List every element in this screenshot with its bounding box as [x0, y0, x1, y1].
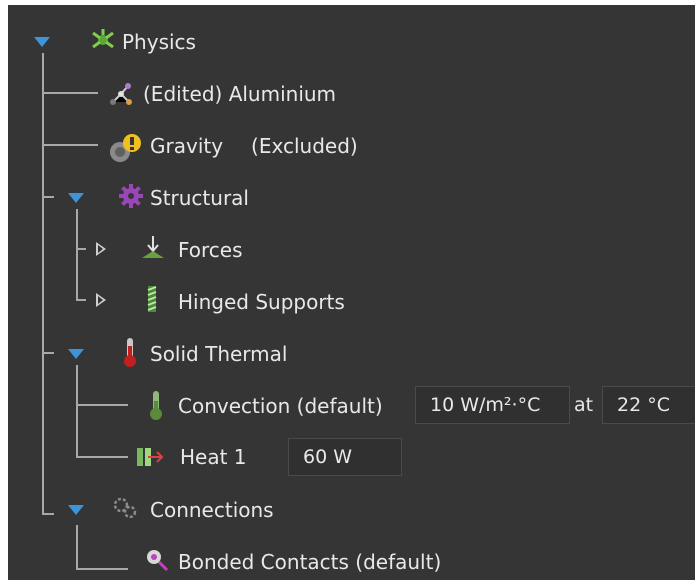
forces-collapsed-toggle[interactable] — [96, 242, 106, 256]
excluded-status-label: (Excluded) — [251, 134, 358, 158]
tree-item-label: Physics — [122, 30, 196, 54]
tree-line — [42, 53, 44, 515]
force-arrow-icon — [140, 234, 166, 264]
tree-item-bonded-contacts[interactable]: Bonded Contacts (default) — [178, 542, 441, 580]
tree-line — [42, 352, 54, 354]
tree-line — [76, 456, 128, 458]
tree-item-label: Heat 1 — [180, 445, 247, 469]
tree-line — [42, 92, 98, 94]
physics-tree-panel: Physics (Edited) Aluminium Gravity (Excl… — [8, 5, 695, 580]
tree-line — [76, 299, 86, 301]
tree-item-convection[interactable]: Convection (default) — [178, 386, 383, 426]
tree-item-label: Connections — [150, 498, 274, 522]
tree-item-gravity[interactable]: Gravity (Excluded) — [150, 126, 358, 166]
tree-line — [42, 513, 54, 515]
tree-line — [42, 144, 98, 146]
physics-expand-toggle[interactable] — [34, 37, 50, 47]
tree-line — [76, 365, 78, 457]
tree-item-label: Solid Thermal — [150, 342, 288, 366]
structural-expand-toggle[interactable] — [68, 193, 84, 203]
gravity-icon — [108, 132, 144, 166]
tree-item-label: Bonded Contacts (default) — [178, 550, 442, 574]
tree-line — [76, 248, 86, 250]
tree-item-hinged-supports[interactable]: Hinged Supports — [178, 282, 345, 322]
tree-item-label: Gravity — [150, 134, 224, 158]
tree-item-connections[interactable]: Connections — [150, 490, 274, 530]
tree-item-label: Structural — [150, 186, 249, 210]
tree-line — [76, 404, 128, 406]
heat-power-input[interactable]: 60 W — [288, 438, 402, 476]
physics-icon — [90, 27, 116, 57]
tree-line — [76, 209, 78, 301]
material-icon — [108, 81, 134, 111]
connections-gears-icon — [112, 495, 138, 525]
tree-item-label: Convection (default) — [178, 394, 383, 418]
tree-item-forces[interactable]: Forces — [178, 230, 243, 270]
tree-line — [76, 525, 78, 570]
hinged-supports-collapsed-toggle[interactable] — [96, 293, 106, 307]
at-label: at — [574, 394, 594, 416]
tree-item-label: (Edited) Aluminium — [143, 82, 337, 106]
tree-item-physics[interactable]: Physics — [122, 22, 196, 62]
tree-item-label: Forces — [178, 238, 243, 262]
tree-item-heat-1[interactable]: Heat 1 — [180, 437, 247, 477]
tree-item-label: Hinged Supports — [178, 290, 345, 314]
tree-line — [76, 568, 128, 570]
tree-item-material[interactable]: (Edited) Aluminium — [143, 74, 336, 114]
tree-line — [42, 196, 54, 198]
thermometer-icon — [122, 336, 138, 372]
heat-source-icon — [134, 445, 164, 473]
tree-item-solid-thermal[interactable]: Solid Thermal — [150, 334, 287, 374]
convection-coefficient-input[interactable]: 10 W/m²·°C — [415, 386, 570, 424]
convection-thermometer-icon — [148, 389, 164, 425]
tree-item-structural[interactable]: Structural — [150, 178, 249, 218]
convection-temperature-input[interactable]: 22 °C — [602, 386, 695, 424]
bonded-contact-icon — [144, 547, 170, 577]
solid-thermal-expand-toggle[interactable] — [68, 349, 84, 359]
connections-expand-toggle[interactable] — [68, 505, 84, 515]
structural-gear-icon — [118, 183, 144, 213]
hinged-support-icon — [144, 284, 166, 318]
